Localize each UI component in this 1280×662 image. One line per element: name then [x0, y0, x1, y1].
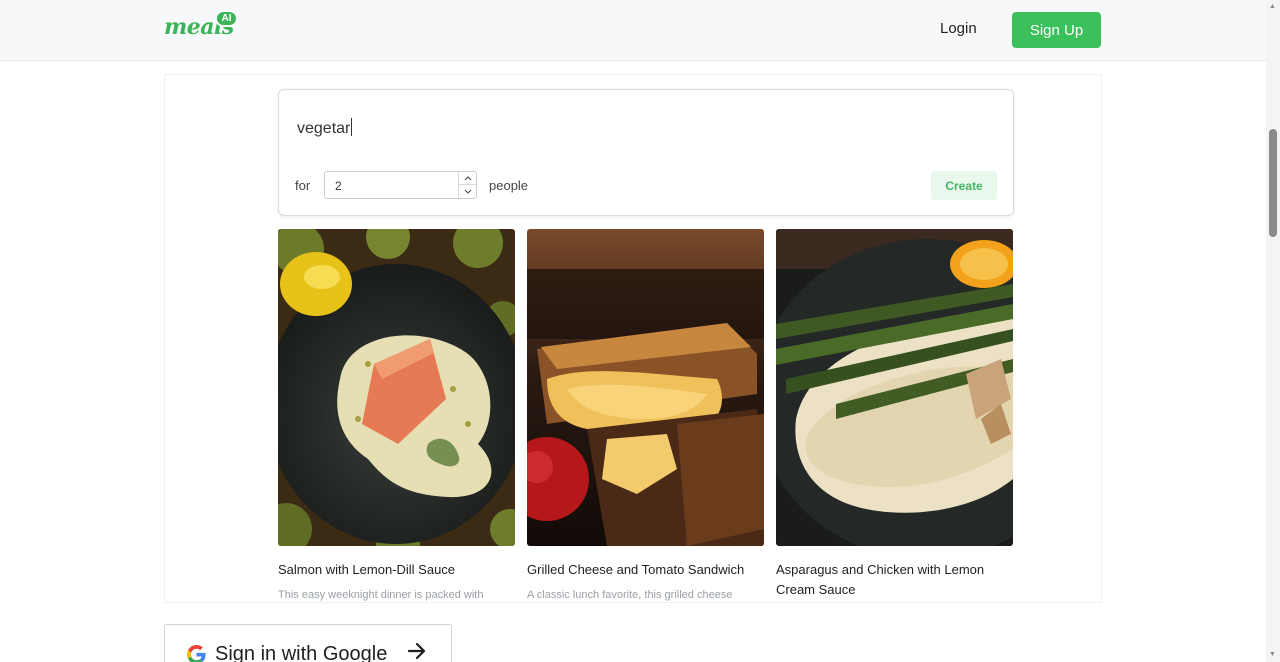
meals-ai-logo[interactable]: meals AI	[164, 10, 244, 44]
recipe-card[interactable]: Salmon with Lemon-Dill Sauce This easy w…	[278, 229, 515, 602]
decrement-chevron-down-icon[interactable]	[459, 185, 476, 198]
people-label: people	[489, 178, 529, 193]
recipe-photo-grilled-cheese[interactable]	[527, 229, 764, 546]
logo-ai-badge: AI	[215, 10, 238, 27]
signup-button[interactable]: Sign Up	[1012, 12, 1101, 48]
recipe-photo-asparagus-chicken[interactable]	[776, 229, 1013, 546]
scroll-up-arrow-icon[interactable]: ▲	[1269, 3, 1276, 10]
top-navbar: meals AI Login Sign Up	[0, 0, 1266, 61]
scroll-down-arrow-icon[interactable]: ▼	[1269, 651, 1276, 658]
recipe-query-value: vegetar	[297, 120, 351, 137]
stepper-controls	[458, 172, 476, 198]
text-caret	[351, 118, 353, 136]
servings-stepper[interactable]: 2	[324, 171, 477, 199]
google-signin-label: Sign in with Google	[215, 643, 388, 662]
vertical-scrollbar[interactable]: ▲ ▼	[1266, 0, 1280, 662]
increment-chevron-up-icon[interactable]	[459, 172, 476, 185]
recipe-query-input[interactable]: vegetar	[297, 118, 353, 138]
recipe-title[interactable]: Grilled Cheese and Tomato Sandwich	[527, 560, 764, 580]
for-label: for	[295, 178, 311, 193]
recipe-panel: vegetar for 2 people Create Salmon with …	[164, 74, 1102, 603]
google-logo-icon	[187, 645, 206, 662]
recipe-title[interactable]: Asparagus and Chicken with Lemon Cream S…	[776, 560, 1013, 600]
scrollbar-thumb[interactable]	[1269, 129, 1277, 237]
create-button[interactable]: Create	[931, 171, 997, 200]
arrow-right-icon	[407, 642, 427, 662]
recipe-search-card: vegetar for 2 people Create	[278, 89, 1014, 216]
recipe-title[interactable]: Salmon with Lemon-Dill Sauce	[278, 560, 515, 580]
recipe-photo-salmon[interactable]	[278, 229, 515, 546]
login-link[interactable]: Login	[940, 20, 977, 37]
recipe-card[interactable]: Grilled Cheese and Tomato Sandwich A cla…	[527, 229, 764, 602]
servings-value: 2	[335, 179, 342, 193]
recipe-card[interactable]: Asparagus and Chicken with Lemon Cream S…	[776, 229, 1013, 600]
recipe-description: A classic lunch favorite, this grilled c…	[527, 589, 733, 601]
recipe-description: This easy weeknight dinner is packed wit…	[278, 589, 484, 601]
google-signin-button[interactable]: Sign in with Google	[164, 624, 452, 662]
